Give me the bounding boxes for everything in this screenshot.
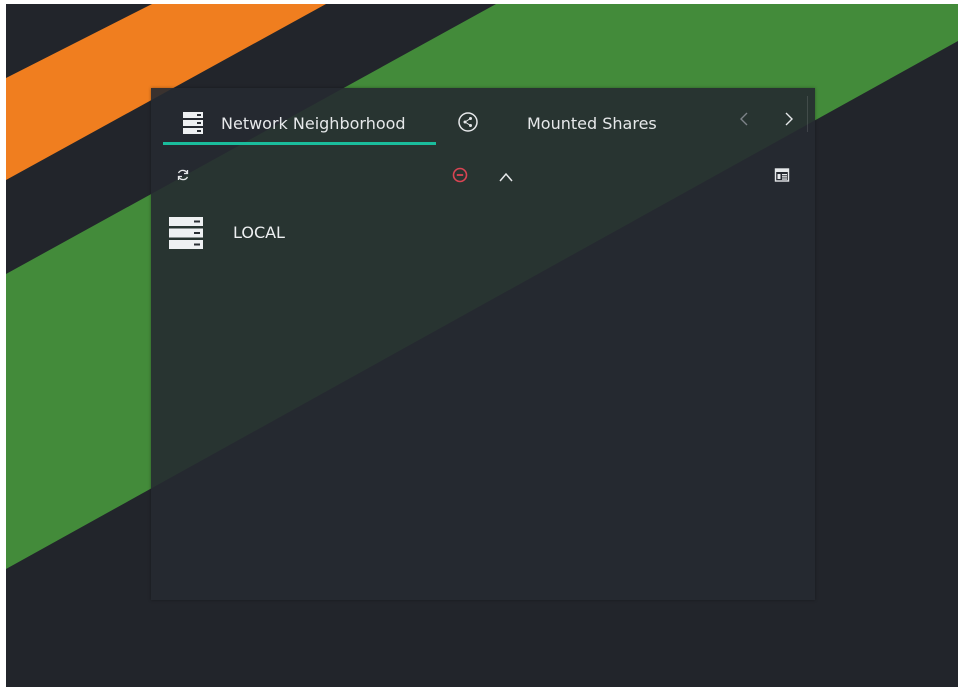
- list-item[interactable]: LOCAL: [151, 205, 815, 261]
- tab-bar: Network Neighborhood Mounted Shares: [151, 88, 815, 147]
- chevron-right-icon: [784, 111, 794, 131]
- view-details-icon: [774, 167, 790, 187]
- server-icon: [183, 112, 203, 138]
- view-mode-button[interactable]: [770, 165, 794, 189]
- chevron-up-icon: [498, 168, 514, 187]
- tab-scroll-left-button[interactable]: [733, 108, 755, 134]
- tab-scroll-right-button[interactable]: [778, 108, 800, 134]
- chevron-left-icon: [739, 111, 749, 131]
- refresh-button[interactable]: [171, 165, 195, 189]
- tab-mounted-shares[interactable]: Mounted Shares: [441, 101, 683, 146]
- active-tab-indicator: [163, 142, 436, 145]
- tab-bar-divider: [807, 96, 808, 132]
- desktop: Network Neighborhood Mounted Shares LOCA…: [6, 4, 958, 687]
- abort-button[interactable]: [448, 165, 472, 189]
- share-icon: [458, 112, 478, 136]
- tab-network-neighborhood[interactable]: Network Neighborhood: [162, 101, 436, 146]
- tab-mounted-shares-label: Mounted Shares: [527, 114, 657, 133]
- list-item-label: LOCAL: [233, 223, 285, 242]
- refresh-icon: [175, 167, 191, 187]
- toolbar: [151, 147, 815, 205]
- smb-browser-widget: Network Neighborhood Mounted Shares LOCA…: [151, 88, 815, 600]
- workgroup-server-icon: [169, 216, 203, 254]
- stop-icon: [452, 167, 468, 187]
- go-up-button[interactable]: [494, 165, 518, 189]
- tab-network-neighborhood-label: Network Neighborhood: [221, 114, 406, 133]
- network-list: LOCAL: [151, 205, 815, 600]
